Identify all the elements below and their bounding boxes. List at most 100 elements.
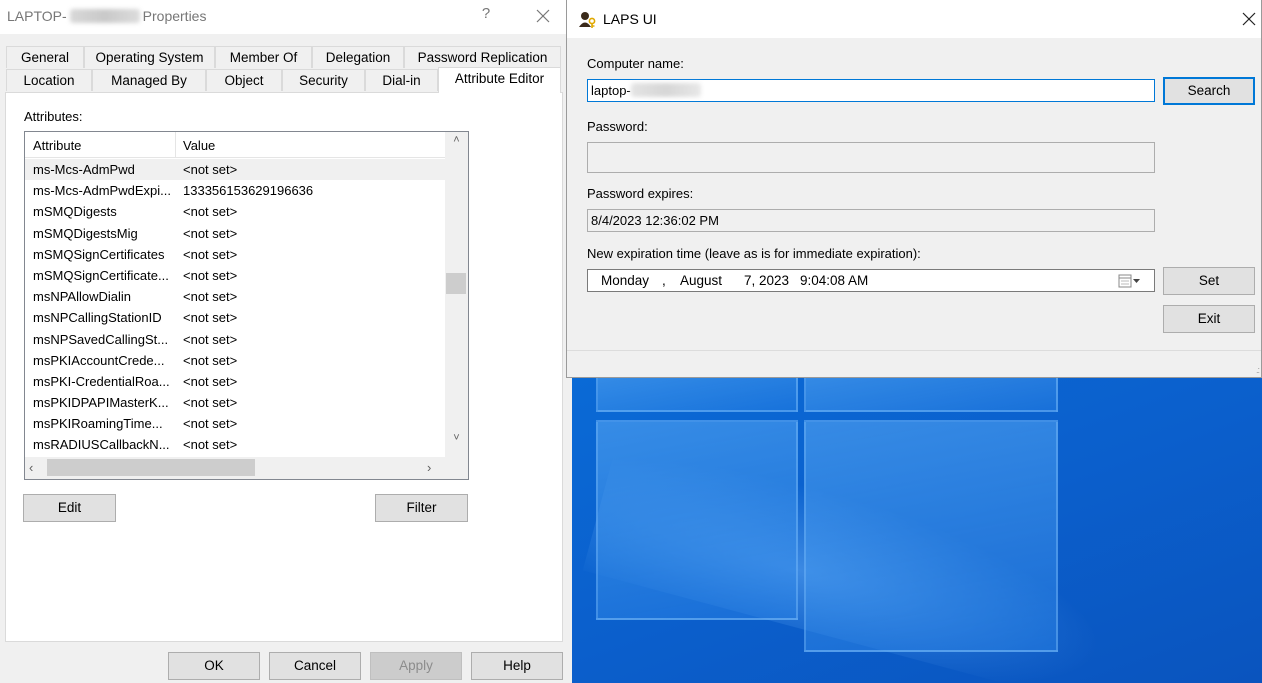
weekday-segment[interactable]: Monday [601, 270, 649, 291]
attribute-value: <not set> [183, 352, 238, 368]
horizontal-scrollbar[interactable]: ‹ › [25, 457, 445, 479]
attributes-label: Attributes: [24, 109, 83, 124]
attribute-name: msNPAllowDialin [33, 289, 132, 305]
set-button[interactable]: Set [1163, 267, 1255, 295]
ok-button[interactable]: OK [168, 652, 260, 680]
tab-object[interactable]: Object [206, 69, 282, 91]
attribute-name: mSMQDigestsMig [33, 225, 138, 241]
password-expires-label: Password expires: [587, 186, 694, 201]
attribute-name: msPKIDPAPIMasterK... [33, 395, 169, 411]
search-button[interactable]: Search [1163, 77, 1255, 105]
new-expiration-label: New expiration time (leave as is for imm… [587, 246, 921, 261]
scroll-right-icon[interactable]: › [427, 460, 431, 475]
table-row[interactable]: ms-Mcs-AdmPwd <not set> [25, 159, 445, 181]
table-row[interactable]: mSMQDigestsMig <not set> [25, 223, 445, 244]
table-row[interactable]: mSMQDigests <not set> [25, 201, 445, 222]
laps-ui-window: LAPS UI Computer name: laptop- Search Pa… [566, 0, 1262, 378]
calendar-dropdown-icon[interactable] [1118, 274, 1142, 288]
password-label: Password: [587, 119, 648, 134]
scroll-up-icon[interactable]: ˄ [445, 134, 468, 151]
tab-general[interactable]: General [6, 46, 84, 68]
tab-managed-by[interactable]: Managed By [92, 69, 206, 91]
column-separator[interactable] [175, 132, 176, 158]
window-logo-pane-bottom-right [804, 420, 1058, 652]
attribute-name: ms-Mcs-AdmPwdExpi... [33, 183, 171, 199]
tab-location[interactable]: Location [6, 69, 92, 91]
table-row[interactable]: msPKIAccountCrede... <not set> [25, 350, 445, 371]
scrollbar-corner [445, 457, 468, 479]
close-icon[interactable] [533, 6, 553, 26]
table-row[interactable]: msPKIDPAPIMasterK... <not set> [25, 392, 445, 413]
title-prefix: LAPTOP- [7, 8, 67, 24]
attribute-name: msPKI-CredentialRoa... [33, 373, 170, 389]
table-row[interactable]: msNPCallingStationID <not set> [25, 307, 445, 328]
attribute-value: <not set> [183, 204, 238, 220]
attribute-name: mSMQSignCertificates [33, 246, 165, 262]
laps-title: LAPS UI [603, 11, 657, 27]
attribute-name: msPKIAccountCrede... [33, 352, 165, 368]
properties-title: LAPTOP- Properties [7, 8, 206, 24]
properties-dialog: LAPTOP- Properties ? General Operating Sy… [0, 0, 572, 683]
tab-member-of[interactable]: Member Of [215, 46, 312, 68]
tab-operating-system[interactable]: Operating System [84, 46, 215, 68]
laps-app-icon [579, 12, 596, 28]
attribute-value: <not set> [183, 225, 238, 241]
cancel-button[interactable]: Cancel [269, 652, 361, 680]
password-expires-field[interactable]: 8/4/2023 12:36:02 PM [587, 209, 1155, 232]
column-header-attribute[interactable]: Attribute [33, 138, 81, 153]
table-row[interactable]: ms-Mcs-AdmPwdExpi... 133356153629196636 [25, 180, 445, 201]
attribute-name: mSMQDigests [33, 204, 117, 220]
edit-button[interactable]: Edit [23, 494, 116, 522]
filter-button[interactable]: Filter [375, 494, 468, 522]
tab-dial-in[interactable]: Dial-in [365, 69, 438, 91]
month-segment[interactable]: August [680, 270, 722, 291]
table-row[interactable]: msNPSavedCallingSt... <not set> [25, 329, 445, 350]
day-year-segment[interactable]: 7, 2023 [744, 270, 789, 291]
vertical-scroll-thumb[interactable] [446, 273, 466, 294]
comma-separator: , [662, 273, 666, 288]
tab-attribute-editor[interactable]: Attribute Editor [438, 67, 561, 93]
scroll-left-icon[interactable]: ‹ [29, 460, 33, 475]
table-row[interactable]: msPKIRoamingTime... <not set> [25, 413, 445, 434]
redacted-computer-name [69, 9, 140, 23]
window-logo-pane-bottom-left [596, 420, 798, 620]
attribute-value: <not set> [183, 246, 238, 262]
attributes-list[interactable]: Attribute Value ms-Mcs-AdmPwd <not set> m… [24, 131, 469, 480]
tab-delegation[interactable]: Delegation [312, 46, 404, 68]
attribute-name: msPKIRoamingTime... [33, 416, 163, 432]
computer-name-label: Computer name: [587, 56, 684, 71]
help-button[interactable]: Help [471, 652, 563, 680]
table-row[interactable]: msPKI-CredentialRoa... <not set> [25, 371, 445, 392]
attribute-name: mSMQSignCertificate... [33, 267, 169, 283]
computer-name-value: laptop- [591, 83, 631, 98]
title-suffix: Properties [142, 8, 207, 24]
table-row[interactable]: msRADIUSCallbackN... <not set> [25, 434, 445, 455]
exit-button[interactable]: Exit [1163, 305, 1255, 333]
table-row[interactable]: mSMQSignCertificate... <not set> [25, 265, 445, 286]
tab-security[interactable]: Security [282, 69, 365, 91]
attribute-value: <not set> [183, 267, 238, 283]
expiration-datetime-picker[interactable]: Monday , August 7, 2023 9:04:08 AM [587, 269, 1155, 292]
scroll-down-icon[interactable]: ˅ [445, 432, 468, 449]
attribute-value: <not set> [183, 416, 238, 432]
attribute-name: msNPCallingStationID [33, 310, 162, 326]
password-field[interactable] [587, 142, 1155, 173]
attribute-value: <not set> [183, 437, 238, 453]
close-icon[interactable] [1241, 11, 1257, 27]
redacted-computer-name [630, 83, 701, 97]
attribute-value: <not set> [183, 310, 238, 326]
resize-grip-icon[interactable]: .: [1256, 365, 1260, 375]
attribute-name: msRADIUSCallbackN... [33, 437, 170, 453]
tab-password-replication[interactable]: Password Replication [404, 46, 561, 68]
horizontal-scroll-thumb[interactable] [47, 459, 255, 476]
list-rows: ms-Mcs-AdmPwd <not set> ms-Mcs-AdmPwdExpi… [25, 159, 445, 456]
help-icon[interactable]: ? [478, 5, 494, 22]
column-header-value[interactable]: Value [183, 138, 215, 153]
apply-button[interactable]: Apply [370, 652, 462, 680]
table-row[interactable]: msNPAllowDialin <not set> [25, 286, 445, 307]
computer-name-input[interactable]: laptop- [587, 79, 1155, 102]
table-row[interactable]: mSMQSignCertificates <not set> [25, 244, 445, 265]
time-segment[interactable]: 9:04:08 AM [800, 270, 868, 291]
status-bar: .: [567, 350, 1261, 377]
vertical-scrollbar[interactable]: ˄ ˅ [445, 132, 468, 457]
